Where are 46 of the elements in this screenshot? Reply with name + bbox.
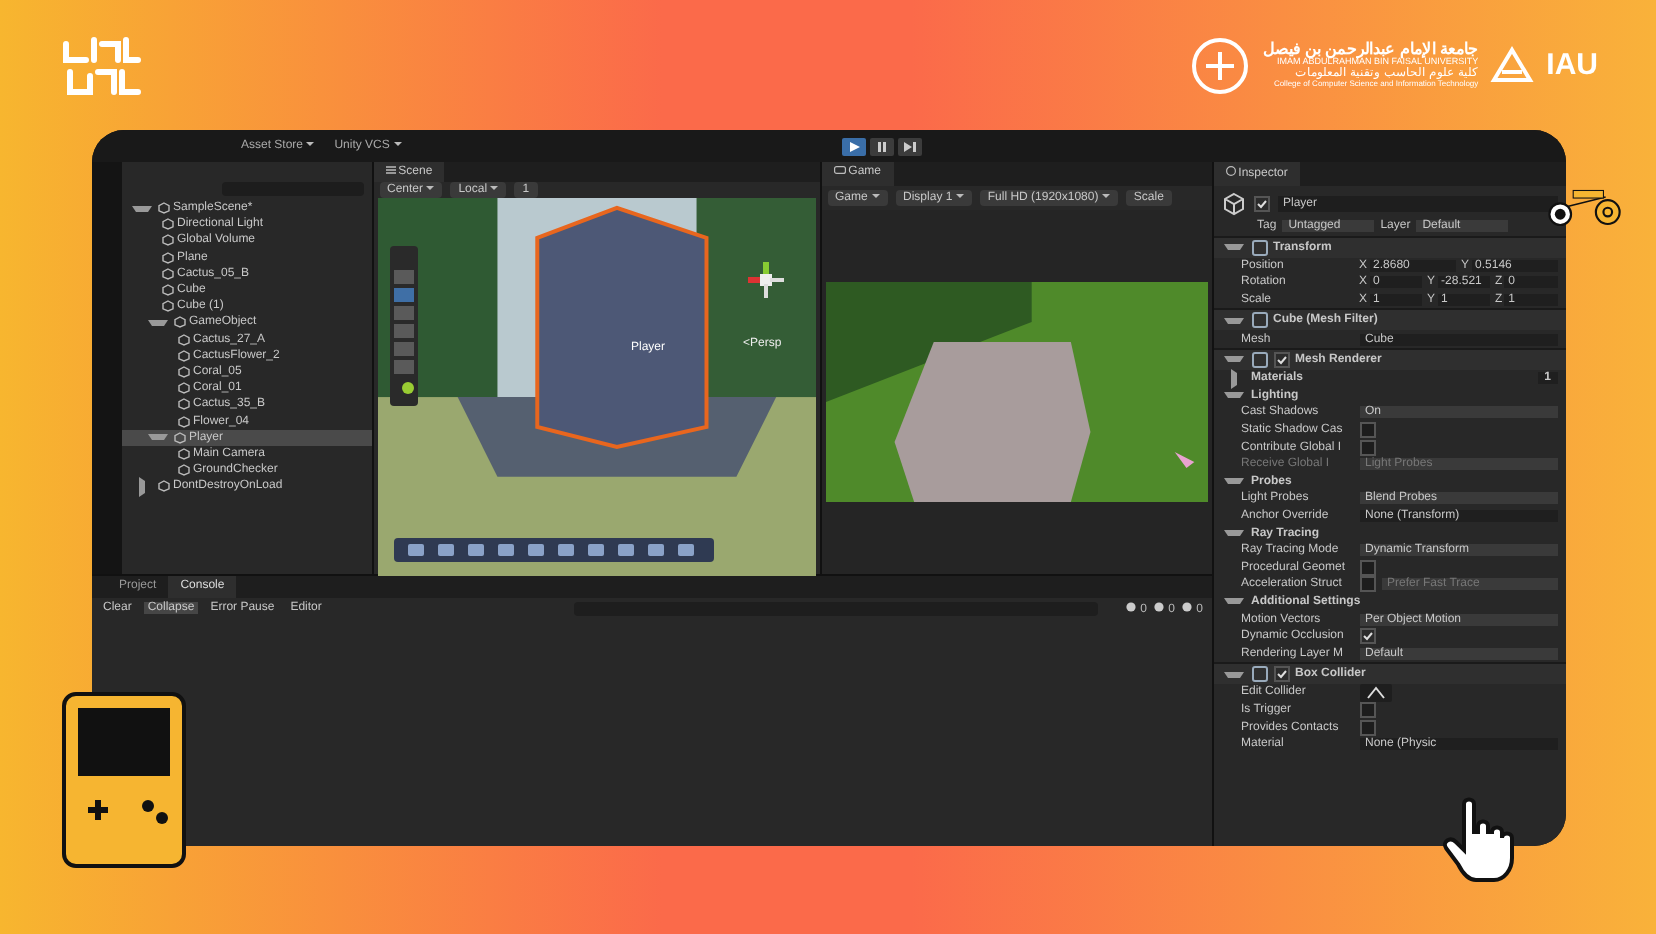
university-emblem-icon xyxy=(1490,43,1535,87)
property-checkbox[interactable] xyxy=(1359,576,1375,593)
property-checkbox[interactable] xyxy=(1359,439,1375,456)
foldout-arrow-icon[interactable] xyxy=(1223,671,1243,678)
caret-icon xyxy=(426,186,435,191)
caret-icon xyxy=(490,186,499,191)
club-logo-icon xyxy=(58,31,146,99)
university-name-arabic: جامعة الإمام عبدالرحمن بن فيصل xyxy=(1262,41,1479,59)
component-icon xyxy=(1251,312,1267,329)
foldout-arrow-icon[interactable] xyxy=(147,434,167,441)
club-badge-icon xyxy=(1190,35,1251,95)
component-enabled-checkbox[interactable] xyxy=(1273,666,1289,683)
foldout-arrow-icon[interactable] xyxy=(147,319,167,326)
property-checkbox[interactable] xyxy=(1359,422,1375,439)
foldout-arrow-icon[interactable] xyxy=(1223,244,1243,251)
foldout-arrow-icon[interactable] xyxy=(1223,317,1243,324)
pause-icon[interactable] xyxy=(869,137,894,155)
foldout-arrow-icon[interactable] xyxy=(1223,392,1243,399)
caret-icon xyxy=(393,142,402,147)
component-enabled-checkbox[interactable] xyxy=(1273,351,1289,368)
play-icon[interactable] xyxy=(841,137,866,155)
foldout-arrow-icon[interactable] xyxy=(138,476,144,497)
overlay-toolbar-drawing[interactable] xyxy=(393,538,713,562)
component-icon xyxy=(1251,351,1267,368)
property-checkbox[interactable] xyxy=(1359,719,1375,736)
foldout-arrow-icon[interactable] xyxy=(1223,478,1243,485)
component-icon xyxy=(1251,239,1267,256)
foldout-arrow-icon[interactable] xyxy=(131,205,151,212)
university-abbreviation: IAU xyxy=(1546,48,1598,82)
property-checkbox[interactable] xyxy=(1359,559,1375,576)
component-icon xyxy=(1251,666,1267,683)
step-icon[interactable] xyxy=(897,137,922,155)
foldout-arrow-icon[interactable] xyxy=(1223,530,1243,537)
property-checkbox[interactable] xyxy=(1359,628,1375,645)
foldout-arrow-icon[interactable] xyxy=(1223,598,1243,605)
active-checkbox[interactable] xyxy=(1253,196,1269,212)
caret-icon xyxy=(871,194,880,199)
foldout-arrow-icon[interactable] xyxy=(1230,368,1236,389)
menu-icon xyxy=(385,166,395,174)
caret-icon xyxy=(306,142,315,147)
foldout-arrow-icon[interactable] xyxy=(1223,356,1243,363)
cube-icon xyxy=(1221,192,1245,216)
axis-gizmo-icon[interactable] xyxy=(743,258,787,302)
caret-icon xyxy=(955,194,964,199)
caret-icon xyxy=(1101,194,1110,199)
tool-palette-drawing[interactable] xyxy=(389,246,417,406)
